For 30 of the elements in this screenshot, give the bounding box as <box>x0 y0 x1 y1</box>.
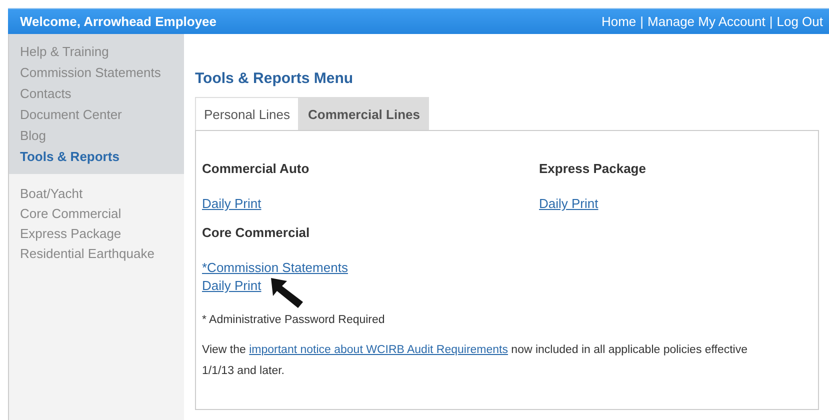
report-link[interactable]: Daily Print <box>202 196 262 211</box>
notice-text: View the important notice about WCIRB Audit Requirements now included in all applicable policies effective 1/1/13 and later. <box>202 343 749 379</box>
welcome-text: Welcome, Arrowhead Employee <box>20 14 217 29</box>
report-link[interactable]: Daily Print <box>539 196 598 211</box>
sidebar-item[interactable]: Tools & Reports <box>20 149 173 164</box>
tab[interactable]: Personal Lines <box>195 97 299 130</box>
separator: | <box>640 14 644 29</box>
section-heading: Commercial Auto <box>202 161 310 176</box>
report-link[interactable]: Daily Print <box>202 278 262 293</box>
section-heading: Core Commercial <box>202 225 311 240</box>
report-link[interactable]: *Commission Statements <box>202 260 348 275</box>
sidebar-subitem[interactable]: Express Package <box>20 226 173 241</box>
sidebar-item[interactable]: Contacts <box>20 86 173 101</box>
sidebar-item[interactable]: Commission Statements <box>20 65 173 80</box>
section-heading: Express Package <box>539 161 647 176</box>
page-title: Tools & Reports Menu <box>195 70 354 87</box>
tab[interactable]: Commercial Lines <box>299 97 429 130</box>
arrow-icon <box>271 278 306 308</box>
separator: | <box>769 14 773 29</box>
sidebar-subitem[interactable]: Boat/Yacht <box>20 186 173 201</box>
footnote-text: * Administrative Password Required <box>202 314 386 326</box>
nav-link[interactable]: Log Out <box>776 14 823 29</box>
sidebar-subitem[interactable]: Core Commercial <box>20 206 173 221</box>
sidebar-item[interactable]: Document Center <box>20 107 173 122</box>
nav-link[interactable]: Home <box>601 14 636 29</box>
notice-link[interactable]: important notice about WCIRB Audit Requirements <box>249 344 508 356</box>
sidebar-item[interactable]: Blog <box>20 128 173 143</box>
sidebar-item[interactable]: Help & Training <box>20 44 173 59</box>
sidebar-subitem[interactable]: Residential Earthquake <box>20 246 173 261</box>
nav-link[interactable]: Manage My Account <box>648 14 766 29</box>
